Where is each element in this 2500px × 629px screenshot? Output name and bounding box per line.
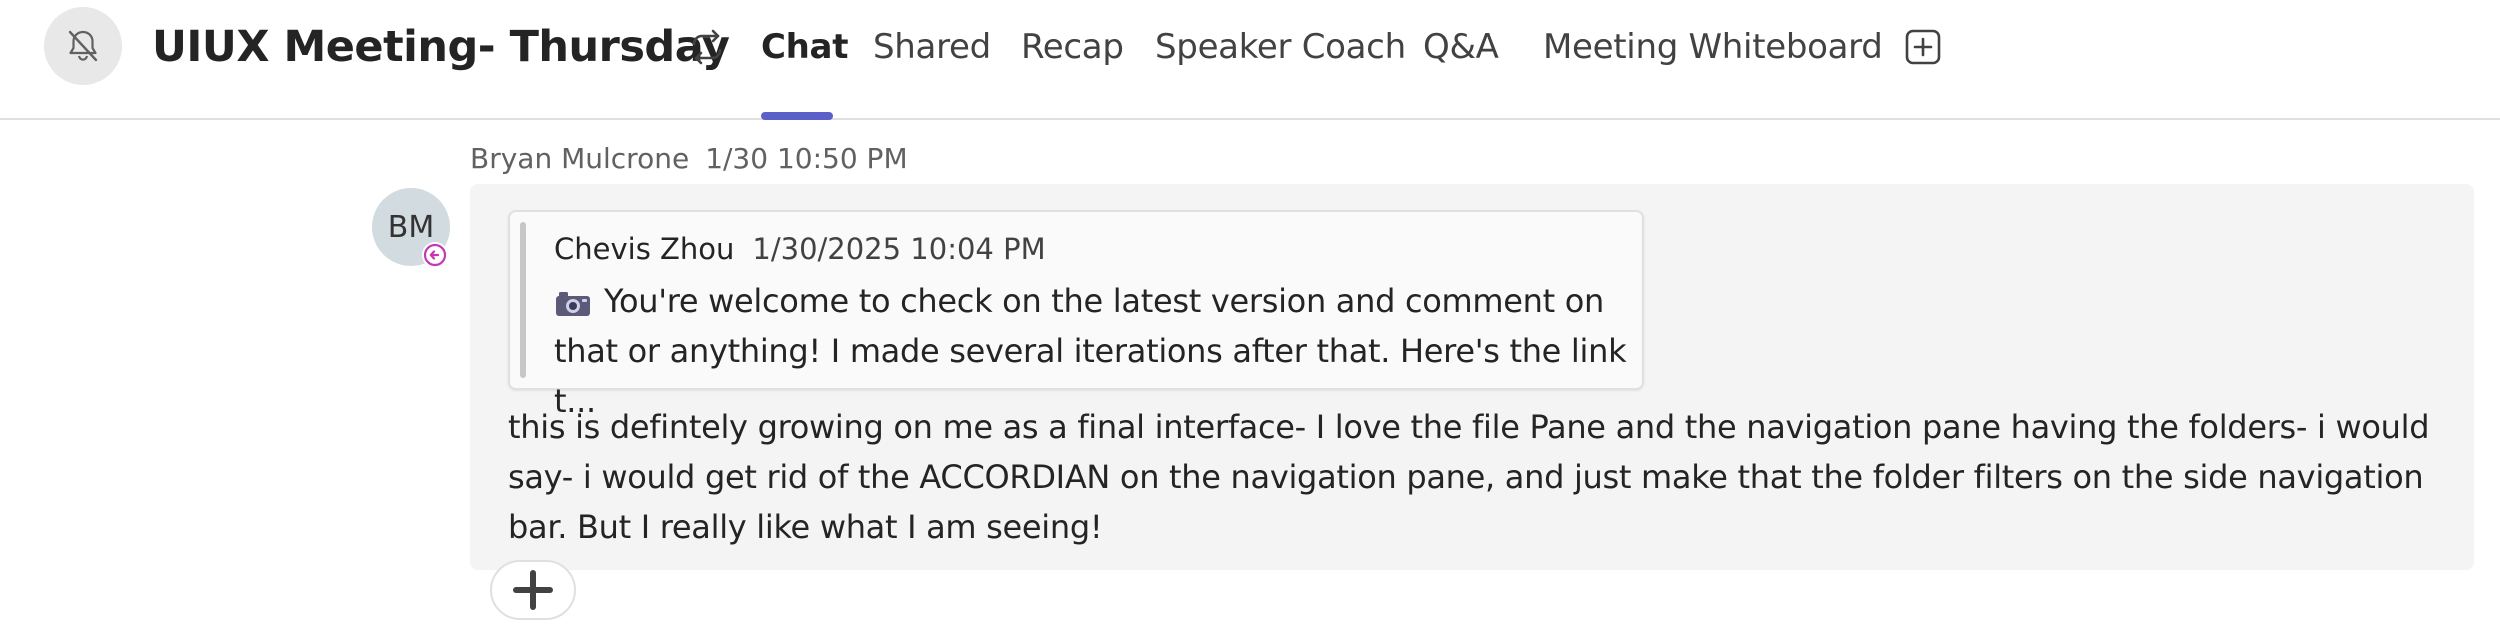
meeting-header: UIUX Meeting- Thursday Chat Shared Recap… [0,0,2500,120]
tab-meeting-whiteboard[interactable]: Meeting Whiteboard [1543,27,1883,67]
quote-meta: Chevis Zhou 1/30/2025 10:04 PM [554,232,1046,266]
mute-notifications-button[interactable] [44,7,122,85]
away-presence-icon [422,242,448,268]
message-text: this is defintely growing on me as a fin… [508,408,2430,546]
quoted-reply[interactable]: Chevis Zhou 1/30/2025 10:04 PM You're wel… [508,210,1644,420]
sync-icon[interactable] [686,26,728,68]
quote-author: Chevis Zhou [554,232,735,266]
camera-icon [556,292,590,316]
bell-off-icon [68,30,98,62]
sender-name: Bryan Mulcrone [470,142,690,175]
message-timestamp: 1/30 10:50 PM [705,142,908,175]
tab-chat[interactable]: Chat [761,27,848,67]
avatar-initials: BM [387,209,435,245]
add-reaction-button[interactable] [490,560,576,620]
quote-timestamp: 1/30/2025 10:04 PM [752,232,1046,266]
plus-icon [513,570,553,610]
tab-speaker-coach[interactable]: Speaker Coach [1155,27,1406,67]
message-meta: Bryan Mulcrone 1/30 10:50 PM [470,142,908,175]
tab-shared[interactable]: Shared [873,27,991,67]
add-tab-icon[interactable] [1904,28,1942,66]
tab-qa[interactable]: Q&A [1423,27,1499,67]
active-tab-indicator [761,112,833,120]
quote-accent-bar [520,222,526,378]
tab-recap[interactable]: Recap [1021,27,1124,67]
meeting-title: UIUX Meeting- Thursday [152,22,730,72]
